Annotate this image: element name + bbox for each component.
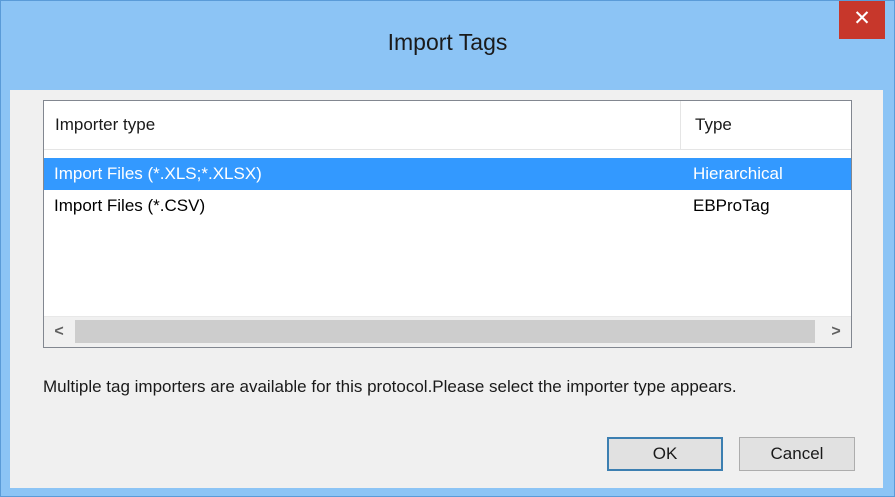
importer-type-cell: Import Files (*.XLS;*.XLSX) [54, 164, 262, 183]
column-header-type[interactable]: Type [681, 101, 851, 149]
importer-type-cell: Import Files (*.CSV) [54, 196, 206, 215]
cancel-button[interactable]: Cancel [739, 437, 855, 471]
instruction-message: Multiple tag importers are available for… [43, 377, 737, 396]
close-icon: ✕ [853, 7, 871, 30]
column-header-importer-type[interactable]: Importer type [44, 101, 681, 149]
import-tags-dialog: Import Tags ✕ Importer type Type Import … [0, 0, 895, 497]
title-bar[interactable]: Import Tags ✕ [1, 1, 894, 90]
scroll-right-icon[interactable]: > [821, 317, 851, 347]
scrollbar-thumb[interactable] [75, 320, 815, 343]
scroll-left-icon[interactable]: < [44, 317, 74, 347]
horizontal-scrollbar[interactable]: < > [44, 316, 851, 347]
dialog-body: Importer type Type Import Files (*.XLS;*… [10, 90, 883, 488]
close-button[interactable]: ✕ [839, 1, 885, 39]
list-header: Importer type Type [44, 101, 851, 150]
ok-button[interactable]: OK [607, 437, 723, 471]
list-item[interactable]: Import Files (*.CSV) EBProTag [44, 190, 851, 222]
type-cell: EBProTag [693, 196, 770, 215]
dialog-title: Import Tags [387, 29, 508, 55]
type-cell: Hierarchical [693, 164, 783, 183]
list-item[interactable]: Import Files (*.XLS;*.XLSX) Hierarchical [44, 158, 851, 190]
importer-list[interactable]: Importer type Type Import Files (*.XLS;*… [43, 100, 852, 348]
